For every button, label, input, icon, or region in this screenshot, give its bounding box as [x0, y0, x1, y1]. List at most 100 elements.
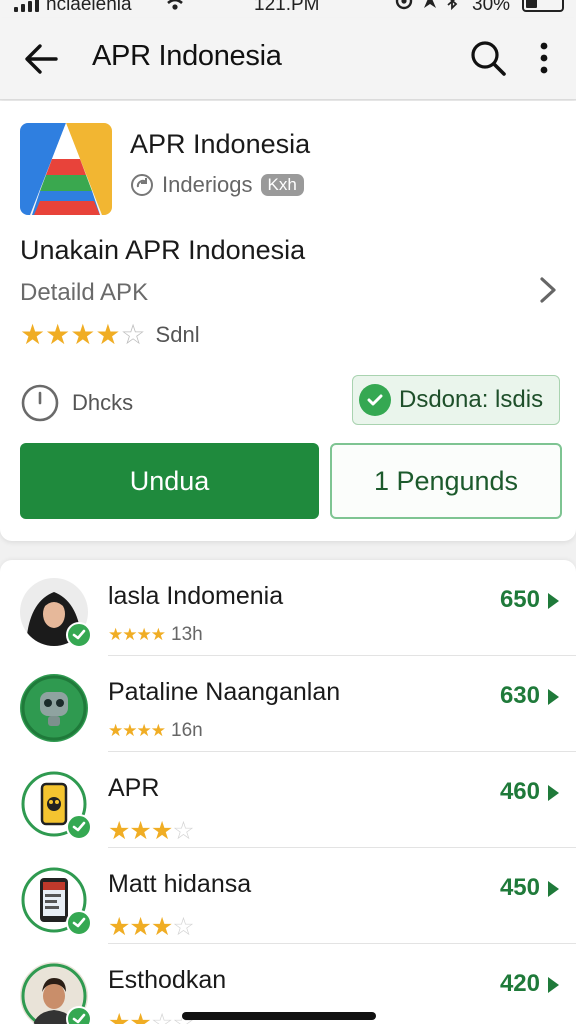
wifi-icon — [164, 0, 186, 10]
app-name: APR Indonesia — [130, 129, 311, 159]
phone-screen-avatar — [20, 866, 92, 936]
list-item-name: APR — [108, 774, 160, 802]
list-item-count: 450 — [499, 874, 540, 901]
download-button[interactable]: Undua — [20, 443, 319, 519]
list-item-meta: ★★★☆ — [108, 912, 195, 942]
star-filled-icon: ★ — [108, 1009, 130, 1024]
star-filled-icon: ★ — [70, 319, 96, 350]
list-item-stars: ★★★☆ — [108, 816, 195, 846]
rating-stars: ★★★★☆ — [20, 321, 146, 349]
downloads-label: Dhcks — [72, 390, 134, 415]
app-detail-card: APR Indonesia Inderiogs Kxh Unakain APR … — [0, 101, 576, 541]
developer-icon — [131, 174, 153, 196]
star-filled-icon: ★ — [150, 817, 173, 845]
star-filled-icon: ★ — [108, 913, 130, 941]
app-subheadline[interactable]: Detaild APK — [20, 279, 148, 307]
app-logo-icon — [20, 123, 112, 215]
star-filled-icon: ★ — [108, 625, 123, 644]
rating-text: Sdnl — [155, 322, 200, 347]
verified-badge-icon — [66, 814, 92, 840]
list-item-age: 16n — [171, 720, 203, 741]
star-filled-icon: ★ — [20, 319, 46, 350]
play-arrow-icon[interactable] — [546, 592, 560, 610]
list-item-meta: ★★★★ 16n — [108, 720, 203, 742]
list-item[interactable]: Matt hidansa ★★★☆ 450 — [0, 848, 576, 944]
status-bar: nciaeienia 121.PM 30% — [0, 0, 576, 18]
phone-avatar — [20, 770, 92, 840]
bluetooth-icon — [447, 0, 458, 11]
list-item-meta: ★★★☆ — [108, 816, 195, 846]
clock-icon — [21, 384, 59, 422]
woman-hijab-avatar — [20, 578, 92, 648]
star-filled-icon: ★ — [108, 721, 123, 740]
developer-badge: Kxh — [260, 174, 304, 196]
star-empty-icon: ☆ — [172, 913, 194, 941]
star-filled-icon: ★ — [129, 913, 151, 941]
star-filled-icon: ★ — [150, 721, 166, 740]
list-item-name: Matt hidansa — [108, 870, 252, 898]
list-item-age: 13h — [171, 624, 203, 645]
star-filled-icon: ★ — [122, 721, 137, 740]
list-item[interactable]: APR ★★★☆ 460 — [0, 752, 576, 848]
star-filled-icon: ★ — [45, 319, 71, 350]
star-empty-icon: ☆ — [172, 817, 194, 845]
play-arrow-icon[interactable] — [546, 784, 560, 802]
list-item-stars: ★★★★ — [108, 721, 166, 741]
battery-percent: 30% — [472, 0, 511, 15]
verified-badge-icon — [66, 1006, 92, 1024]
list-item-count: 650 — [499, 586, 540, 613]
list-item-name: Pataline Naanganlan — [108, 678, 341, 706]
list-item-meta: ★★★★ 13h — [108, 624, 203, 646]
rating-row: ★★★★☆ Sdnl — [20, 321, 200, 349]
star-empty-icon: ☆ — [120, 319, 146, 350]
star-filled-icon: ★ — [136, 721, 152, 740]
list-item-meta: ★★☆☆ — [108, 1008, 195, 1024]
list-item-count: 630 — [499, 682, 540, 709]
star-filled-icon: ★ — [129, 1009, 151, 1024]
star-filled-icon: ★ — [136, 625, 152, 644]
list-item-stars: ★★★★ — [108, 625, 166, 645]
list-item-count: 460 — [499, 778, 540, 805]
check-icon — [359, 384, 391, 416]
play-arrow-icon[interactable] — [546, 688, 560, 706]
play-arrow-icon[interactable] — [546, 880, 560, 898]
star-empty-icon: ☆ — [150, 1009, 173, 1024]
star-filled-icon: ★ — [150, 625, 166, 644]
robot-avatar — [20, 674, 88, 742]
list-item-stars: ★★☆☆ — [108, 1008, 195, 1024]
home-indicator[interactable] — [182, 1012, 376, 1020]
status-icons — [395, 0, 458, 11]
list-item[interactable]: lasla Indomenia ★★★★ 13h 650 — [0, 560, 576, 656]
developer-name: Inderiogs — [162, 172, 253, 197]
star-filled-icon: ★ — [150, 913, 173, 941]
star-filled-icon: ★ — [95, 319, 121, 350]
app-bar: APR Indonesia — [0, 18, 576, 100]
developer-row[interactable]: Inderiogs Kxh — [130, 171, 304, 199]
list-item-name: Esthodkan — [108, 966, 227, 994]
search-icon[interactable] — [468, 38, 508, 78]
play-arrow-icon[interactable] — [546, 976, 560, 994]
chevron-right-icon[interactable] — [534, 273, 562, 307]
app-headline: Unakain APR Indonesia — [20, 235, 306, 265]
star-filled-icon: ★ — [129, 817, 151, 845]
man-avatar — [20, 962, 92, 1024]
verified-chip: Dsdona: lsdis — [352, 375, 560, 425]
secondary-button[interactable]: 1 Pengunds — [330, 443, 562, 519]
list-item-stars: ★★★☆ — [108, 912, 195, 942]
back-arrow-icon[interactable] — [20, 38, 62, 80]
more-vertical-icon[interactable] — [530, 38, 558, 78]
list-item[interactable]: Pataline Naanganlan ★★★★ 16n 630 — [0, 656, 576, 752]
carrier-name: nciaeienia — [46, 0, 132, 15]
downloads-row: Dhcks — [20, 383, 133, 423]
related-apps-list: lasla Indomenia ★★★★ 13h 650 Pataline Na… — [0, 560, 576, 1024]
status-time: 121.PM — [254, 0, 320, 15]
verified-badge-icon — [66, 910, 92, 936]
list-item-name: lasla Indomenia — [108, 582, 284, 610]
star-filled-icon: ★ — [108, 817, 130, 845]
page-title: APR Indonesia — [92, 40, 282, 72]
location-icon — [395, 0, 413, 10]
navigation-icon — [424, 0, 436, 8]
verified-badge-icon — [66, 622, 92, 648]
list-item-count: 420 — [499, 970, 540, 997]
star-filled-icon: ★ — [122, 625, 137, 644]
